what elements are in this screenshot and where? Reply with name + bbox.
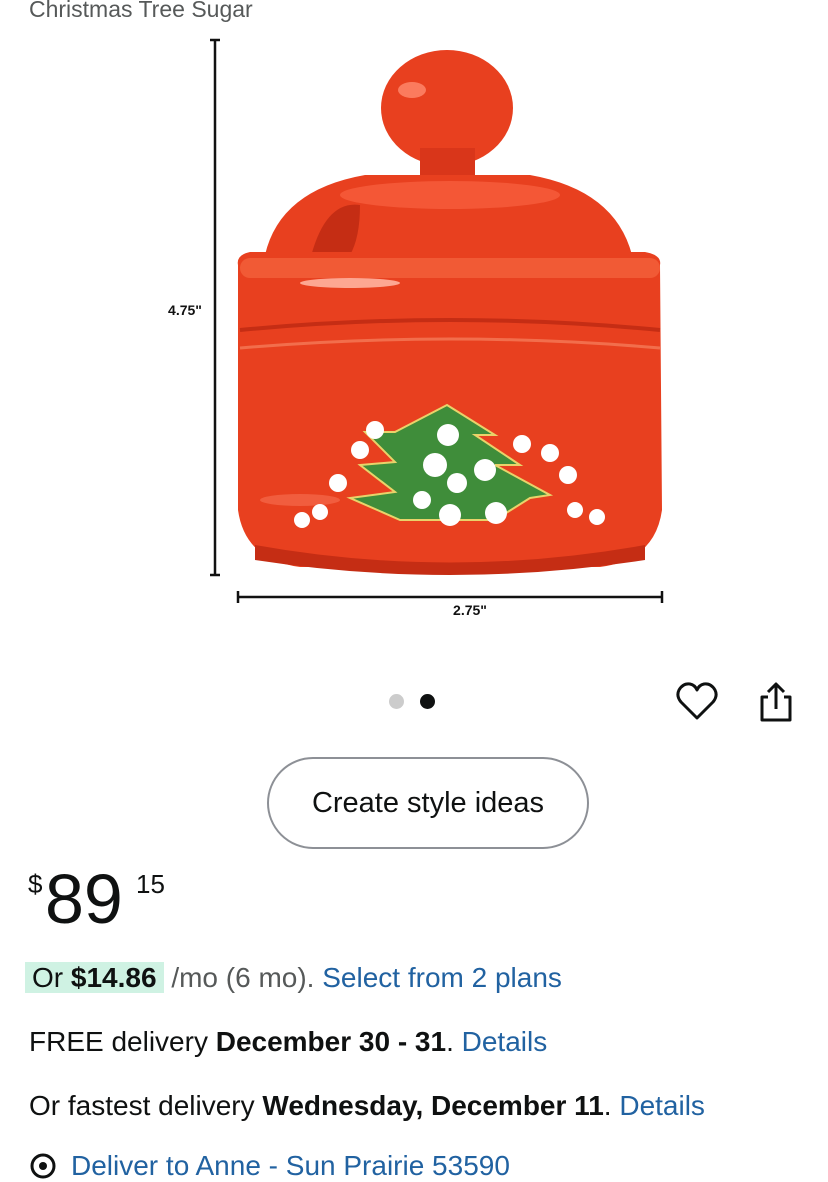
fastest-delivery-line: Or fastest delivery Wednesday, December … [29, 1087, 705, 1125]
deliver-to-link[interactable]: Deliver to Anne - Sun Prairie 53590 [71, 1150, 510, 1182]
free-delivery-date: December 30 - 31 [215, 1026, 447, 1057]
height-dimension-label: 4.75" [168, 302, 202, 318]
free-delivery-details-link[interactable]: Details [462, 1026, 548, 1057]
share-icon[interactable] [755, 680, 797, 724]
price-fraction: 15 [136, 869, 165, 899]
installment-term: /mo (6 mo). [171, 962, 315, 993]
price-currency-symbol: $ [28, 869, 43, 899]
free-delivery-prefix: FREE delivery [29, 1026, 208, 1057]
monthly-price-highlight: Or $14.86 [25, 962, 164, 993]
product-title: Christmas Tree Sugar [29, 0, 253, 22]
deliver-to-row[interactable]: Deliver to Anne - Sun Prairie 53590 [29, 1150, 510, 1182]
location-pin-icon [30, 1153, 56, 1179]
carousel-dot-1[interactable] [389, 694, 404, 709]
installment-amount: $14.86 [70, 962, 157, 993]
installment-line: Or $14.86 /mo (6 mo). Select from 2 plan… [25, 959, 562, 997]
create-style-ideas-button[interactable]: Create style ideas [267, 757, 589, 849]
free-delivery-line: FREE delivery December 30 - 31. Details [29, 1023, 547, 1061]
carousel-dot-2-active[interactable] [420, 694, 435, 709]
heart-icon[interactable] [675, 680, 719, 724]
free-delivery-period: . [446, 1026, 454, 1057]
installment-or: Or [32, 962, 64, 993]
image-carousel-indicator[interactable] [389, 694, 435, 709]
select-plans-link[interactable]: Select from 2 plans [322, 962, 562, 993]
width-dimension-label: 2.75" [453, 602, 487, 618]
product-image[interactable]: 4.75" 2.75" [150, 30, 690, 630]
fastest-delivery-prefix: Or fastest delivery [29, 1090, 255, 1121]
fastest-delivery-date: Wednesday, December 11 [262, 1090, 604, 1121]
fastest-delivery-details-link[interactable]: Details [619, 1090, 705, 1121]
price-whole: 89 [45, 860, 123, 938]
fastest-delivery-period: . [603, 1090, 612, 1121]
